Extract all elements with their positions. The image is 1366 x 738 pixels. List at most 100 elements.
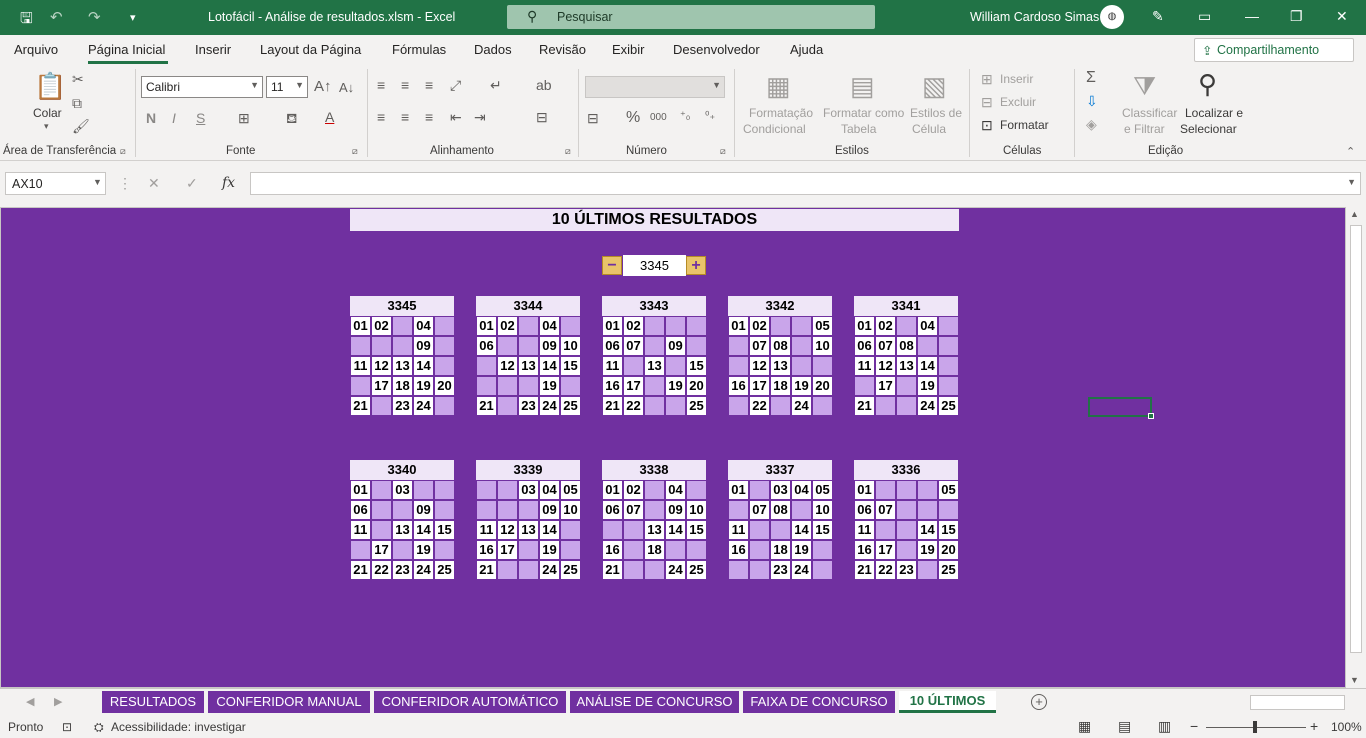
number-cell[interactable]: 18 xyxy=(770,376,791,396)
number-cell[interactable]: 23 xyxy=(392,560,413,580)
vertical-scrollbar[interactable]: ▲ ▼ xyxy=(1346,207,1366,688)
paste-icon[interactable]: 📋 xyxy=(34,71,66,102)
number-cell[interactable]: 12 xyxy=(497,520,518,540)
number-cell[interactable]: 16 xyxy=(728,376,749,396)
paste-label[interactable]: Colar xyxy=(33,106,62,120)
comma-style-button[interactable]: 000 xyxy=(650,112,667,123)
number-cell[interactable]: 03 xyxy=(518,480,539,500)
paste-dropdown-icon[interactable]: ▾ xyxy=(44,121,49,132)
number-cell[interactable] xyxy=(392,316,413,336)
number-cell[interactable] xyxy=(518,540,539,560)
shrink-font-icon[interactable]: A↓ xyxy=(339,80,354,95)
number-cell[interactable]: 01 xyxy=(728,480,749,500)
number-cell[interactable]: 10 xyxy=(686,500,707,520)
number-cell[interactable]: 19 xyxy=(665,376,686,396)
customize-quick-access-icon[interactable]: ▾ xyxy=(130,11,136,24)
number-cell[interactable]: 08 xyxy=(896,336,917,356)
next-sheet-icon[interactable]: ▶ xyxy=(54,695,62,708)
number-cell[interactable]: 11 xyxy=(476,520,497,540)
worksheet[interactable]: 10 ÚLTIMOS RESULTADOS − 3345 + 3345 01 02 0… xyxy=(0,207,1346,688)
number-cell[interactable]: 01 xyxy=(854,316,875,336)
fill-icon[interactable]: ⇩ xyxy=(1086,93,1098,110)
number-cell[interactable] xyxy=(434,316,455,336)
number-cell[interactable]: 01 xyxy=(728,316,749,336)
number-cell[interactable] xyxy=(875,396,896,416)
number-cell[interactable]: 02 xyxy=(371,316,392,336)
number-cell[interactable]: 06 xyxy=(350,500,371,520)
format-as-table-icon[interactable]: ▤ xyxy=(850,71,875,102)
number-cell[interactable]: 16 xyxy=(476,540,497,560)
name-box[interactable]: AX10 ▼ xyxy=(5,172,106,195)
borders-icon[interactable]: ⊞ xyxy=(238,110,250,127)
number-cell[interactable] xyxy=(875,520,896,540)
number-cell[interactable] xyxy=(518,500,539,520)
number-cell[interactable]: 11 xyxy=(350,356,371,376)
number-cell[interactable] xyxy=(749,480,770,500)
number-cell[interactable] xyxy=(938,336,959,356)
number-cell[interactable] xyxy=(371,500,392,520)
number-cell[interactable] xyxy=(917,560,938,580)
number-cell[interactable] xyxy=(413,480,434,500)
macro-record-icon[interactable]: ⊡ xyxy=(62,720,72,734)
number-cell[interactable] xyxy=(476,376,497,396)
number-cell[interactable] xyxy=(497,500,518,520)
sheet-tab-analise-de-concurso[interactable]: ANÁLISE DE CONCURSO xyxy=(570,691,739,713)
number-cell[interactable] xyxy=(644,376,665,396)
number-cell[interactable]: 19 xyxy=(791,376,812,396)
number-cell[interactable] xyxy=(434,356,455,376)
conditional-formatting-label-1[interactable]: Formatação xyxy=(749,106,813,120)
number-cell[interactable] xyxy=(938,376,959,396)
align-center-icon[interactable]: ≡ xyxy=(401,109,409,125)
number-cell[interactable] xyxy=(350,336,371,356)
font-size-combo[interactable]: 11 ▼ xyxy=(266,76,308,98)
number-cell[interactable] xyxy=(434,540,455,560)
number-cell[interactable] xyxy=(371,480,392,500)
number-cell[interactable]: 05 xyxy=(812,316,833,336)
cell-styles-label-1[interactable]: Estilos de xyxy=(910,106,962,120)
formula-input[interactable]: ▼ xyxy=(250,172,1361,195)
restore-icon[interactable]: ❐ xyxy=(1290,8,1303,25)
increase-decimal-icon[interactable]: ⁺₀ xyxy=(680,109,690,122)
number-cell[interactable]: 10 xyxy=(812,336,833,356)
copy-icon[interactable]: ⧉ xyxy=(72,95,82,112)
number-cell[interactable] xyxy=(875,480,896,500)
number-cell[interactable] xyxy=(665,396,686,416)
number-cell[interactable]: 03 xyxy=(770,480,791,500)
conditional-formatting-label-2[interactable]: Condicional xyxy=(743,122,806,136)
tab-pagina-inicial[interactable]: Página Inicial xyxy=(88,42,165,57)
insert-function-button[interactable]: fx xyxy=(222,175,235,191)
number-cell[interactable] xyxy=(497,396,518,416)
number-cell[interactable]: 15 xyxy=(434,520,455,540)
number-cell[interactable]: 24 xyxy=(539,560,560,580)
number-cell[interactable]: 19 xyxy=(917,376,938,396)
number-cell[interactable]: 21 xyxy=(602,396,623,416)
number-cell[interactable]: 01 xyxy=(350,316,371,336)
confirm-entry-icon[interactable]: ✓ xyxy=(186,175,198,192)
number-cell[interactable] xyxy=(749,520,770,540)
sheet-tab-conferidor-automatico[interactable]: CONFERIDOR AUTOMÁTICO xyxy=(374,691,566,713)
number-cell[interactable] xyxy=(749,540,770,560)
number-cell[interactable]: 19 xyxy=(539,540,560,560)
number-cell[interactable] xyxy=(476,500,497,520)
find-select-label-1[interactable]: Localizar e xyxy=(1185,106,1243,120)
number-cell[interactable] xyxy=(665,540,686,560)
number-cell[interactable]: 02 xyxy=(749,316,770,336)
number-cell[interactable]: 10 xyxy=(560,500,581,520)
number-cell[interactable]: 19 xyxy=(413,540,434,560)
number-cell[interactable] xyxy=(896,396,917,416)
number-cell[interactable] xyxy=(518,376,539,396)
add-sheet-icon[interactable]: + xyxy=(1031,694,1047,710)
number-cell[interactable] xyxy=(371,520,392,540)
number-cell[interactable]: 24 xyxy=(917,396,938,416)
number-cell[interactable]: 15 xyxy=(938,520,959,540)
number-cell[interactable]: 25 xyxy=(560,396,581,416)
number-cell[interactable] xyxy=(938,316,959,336)
zoom-out-icon[interactable]: − xyxy=(1190,718,1198,734)
number-cell[interactable]: 23 xyxy=(896,560,917,580)
number-cell[interactable] xyxy=(476,480,497,500)
sort-filter-label-2[interactable]: e Filtrar xyxy=(1124,122,1165,136)
number-cell[interactable] xyxy=(644,396,665,416)
number-cell[interactable] xyxy=(434,480,455,500)
number-cell[interactable]: 11 xyxy=(854,520,875,540)
tab-layout[interactable]: Layout da Página xyxy=(260,42,361,57)
